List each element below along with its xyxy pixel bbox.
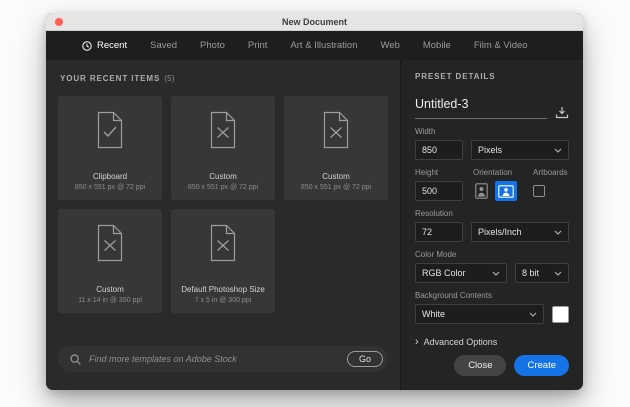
tab-mobile[interactable]: Mobile: [423, 40, 451, 51]
width-label: Width: [415, 127, 436, 136]
tab-photo[interactable]: Photo: [200, 40, 225, 51]
traffic-lights: [55, 18, 63, 26]
chevron-down-icon: [554, 271, 562, 276]
width-unit-value: Pixels: [478, 145, 503, 155]
window-title: New Document: [281, 16, 347, 27]
tab-label: Print: [247, 40, 268, 51]
recent-item-name: Custom: [209, 172, 237, 181]
recent-item-name: Clipboard: [92, 172, 128, 181]
recent-item-detail: 11 x 14 in @ 350 ppi: [78, 297, 142, 304]
background-color-swatch[interactable]: [552, 305, 569, 323]
portrait-orientation-icon: [475, 183, 488, 199]
go-button[interactable]: Go: [346, 351, 383, 367]
chevron-down-icon: [529, 312, 537, 317]
background-contents-select[interactable]: White: [415, 304, 544, 324]
orientation-label: Orientation: [473, 168, 513, 177]
new-document-dialog: New Document Recent Saved Photo Print Ar…: [46, 13, 583, 390]
template-search-bar: Go: [58, 346, 388, 372]
bit-depth-select[interactable]: 8 bit: [515, 263, 569, 283]
chevron-down-icon: [554, 148, 562, 153]
tab-label: Film & Video: [473, 40, 528, 51]
tab-print[interactable]: Print: [248, 40, 268, 51]
recent-item-card[interactable]: Custom 11 x 14 in @ 350 ppi: [58, 209, 162, 313]
tab-film-video[interactable]: Film & Video: [474, 40, 528, 51]
color-mode-value: RGB Color: [422, 268, 466, 278]
chevron-down-icon: [492, 271, 500, 276]
height-label: Height: [415, 168, 439, 177]
recent-items-heading: YOUR RECENT ITEMS (5): [60, 74, 388, 83]
advanced-options-toggle[interactable]: › Advanced Options: [415, 335, 569, 348]
document-name-field: [415, 95, 547, 119]
artboards-checkbox[interactable]: [533, 185, 545, 197]
recent-item-card[interactable]: Custom 850 x 551 px @ 72 ppi: [284, 96, 388, 200]
category-tab-bar: Recent Saved Photo Print Art & Illustrat…: [46, 31, 583, 60]
preset-details-heading: PRESET DETAILS: [415, 72, 496, 81]
recent-items-panel: YOUR RECENT ITEMS (5) Clipboard 850 x 551…: [46, 60, 400, 390]
recent-item-name: Custom: [96, 285, 124, 294]
recent-item-card[interactable]: Custom 850 x 551 px @ 72 ppi: [171, 96, 275, 200]
clipboard-check-document-icon: [97, 111, 123, 149]
resolution-label: Resolution: [415, 209, 453, 218]
color-mode-select[interactable]: RGB Color: [415, 263, 507, 283]
template-search-input[interactable]: [89, 354, 347, 364]
chevron-down-icon: [554, 230, 562, 235]
recent-items-heading-text: YOUR RECENT ITEMS: [60, 74, 161, 83]
recent-item-name: Default Photoshop Size: [181, 285, 265, 294]
recent-item-detail: 850 x 551 px @ 72 ppi: [187, 184, 259, 191]
search-icon: [70, 353, 81, 365]
recent-item-detail: 850 x 551 px @ 72 ppi: [300, 184, 372, 191]
height-input[interactable]: [415, 181, 463, 201]
landscape-orientation-icon: [498, 184, 514, 198]
custom-document-icon: [323, 111, 349, 149]
orientation-landscape-button[interactable]: [495, 181, 517, 201]
tab-label: Photo: [200, 40, 225, 51]
recent-item-name: Custom: [322, 172, 350, 181]
color-mode-label: Color Mode: [415, 250, 457, 259]
resolution-unit-select[interactable]: Pixels/Inch: [471, 222, 569, 242]
resolution-input[interactable]: [415, 222, 463, 242]
custom-document-icon: [210, 111, 236, 149]
recent-item-detail: 850 x 551 px @ 72 ppi: [74, 184, 146, 191]
recent-items-count: (5): [164, 74, 175, 83]
tab-label: Art & Illustration: [290, 40, 358, 51]
tab-web[interactable]: Web: [380, 40, 399, 51]
background-contents-value: White: [422, 309, 446, 319]
chevron-right-icon: ›: [415, 335, 419, 348]
close-window-button[interactable]: [55, 18, 63, 26]
artboards-label: Artboards: [533, 168, 568, 177]
advanced-options-label: Advanced Options: [423, 337, 498, 347]
tab-label: Mobile: [422, 40, 451, 51]
orientation-portrait-button[interactable]: [473, 181, 490, 201]
recent-item-card[interactable]: Clipboard 850 x 551 px @ 72 ppi: [58, 96, 162, 200]
custom-document-icon: [210, 224, 236, 262]
preset-details-panel: PRESET DETAILS Width Pixels Height: [400, 60, 583, 390]
custom-document-icon: [97, 224, 123, 262]
recent-item-card[interactable]: Default Photoshop Size 7 x 5 in @ 300 pp…: [171, 209, 275, 313]
tab-label: Recent: [97, 40, 128, 51]
recent-items-grid: Clipboard 850 x 551 px @ 72 ppi Custom 8…: [58, 96, 388, 313]
width-unit-select[interactable]: Pixels: [471, 140, 569, 160]
tab-recent[interactable]: Recent: [82, 40, 127, 51]
tab-label: Saved: [150, 40, 178, 51]
tab-label: Web: [380, 40, 400, 51]
background-contents-label: Background Contents: [415, 291, 492, 300]
close-button[interactable]: Close: [454, 355, 507, 376]
tab-saved[interactable]: Saved: [150, 40, 177, 51]
tab-art-illustration[interactable]: Art & Illustration: [290, 40, 357, 51]
width-input[interactable]: [415, 140, 463, 160]
create-button[interactable]: Create: [514, 355, 569, 376]
bit-depth-value: 8 bit: [522, 268, 540, 278]
title-bar: New Document: [46, 13, 583, 31]
document-name-input[interactable]: [415, 97, 547, 111]
clock-icon: [82, 40, 92, 51]
save-preset-icon[interactable]: [555, 106, 569, 119]
resolution-unit-value: Pixels/Inch: [478, 227, 522, 237]
recent-item-detail: 7 x 5 in @ 300 ppi: [194, 297, 252, 304]
